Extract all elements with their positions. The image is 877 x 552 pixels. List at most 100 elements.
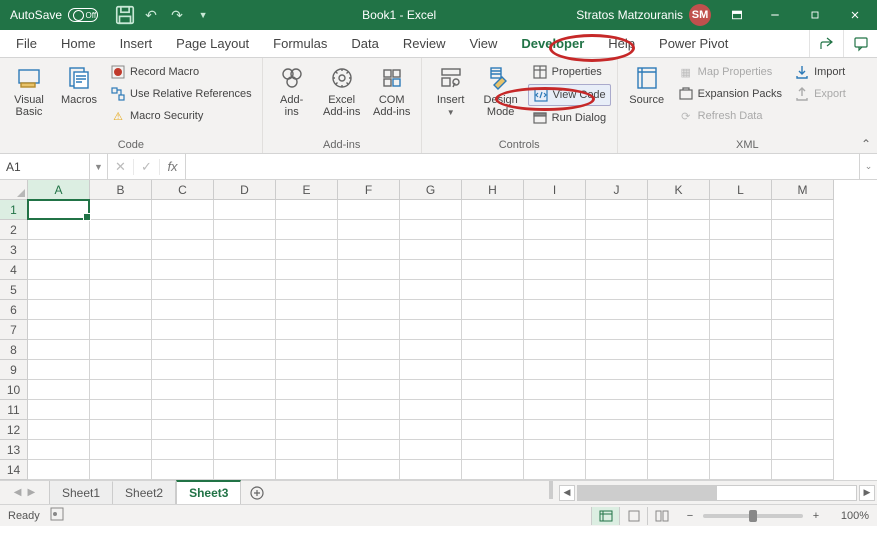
column-header[interactable]: G	[400, 180, 462, 200]
cell[interactable]	[276, 280, 338, 300]
cell[interactable]	[462, 400, 524, 420]
cell[interactable]	[772, 420, 834, 440]
cell[interactable]	[152, 360, 214, 380]
column-header[interactable]: E	[276, 180, 338, 200]
cell[interactable]	[586, 300, 648, 320]
zoom-out-button[interactable]: −	[683, 510, 697, 522]
view-code-button[interactable]: View Code	[528, 84, 611, 106]
cell[interactable]	[28, 260, 90, 280]
cell[interactable]	[152, 440, 214, 460]
cell[interactable]	[90, 280, 152, 300]
cell[interactable]	[214, 380, 276, 400]
cell[interactable]	[586, 440, 648, 460]
cell[interactable]	[152, 240, 214, 260]
sheet-nav[interactable]: ◀ ▶	[0, 481, 50, 504]
name-box[interactable]: A1	[0, 154, 90, 179]
cell[interactable]	[772, 200, 834, 220]
cell[interactable]	[462, 240, 524, 260]
cell[interactable]	[772, 300, 834, 320]
cell[interactable]	[214, 320, 276, 340]
cell[interactable]	[400, 300, 462, 320]
excel-addins-button[interactable]: Excel Add-ins	[319, 60, 365, 118]
cell[interactable]	[648, 240, 710, 260]
cell[interactable]	[710, 420, 772, 440]
cell[interactable]	[152, 420, 214, 440]
cell[interactable]	[400, 380, 462, 400]
cell[interactable]	[28, 460, 90, 480]
cell[interactable]	[524, 340, 586, 360]
cell[interactable]	[152, 200, 214, 220]
sheet-tab[interactable]: Sheet2	[113, 481, 176, 504]
insert-controls-button[interactable]: Insert ▼	[428, 60, 474, 117]
cell[interactable]	[648, 220, 710, 240]
tab-data[interactable]: Data	[339, 30, 390, 57]
row-header[interactable]: 6	[0, 300, 28, 320]
tab-review[interactable]: Review	[391, 30, 458, 57]
sheet-nav-next-icon[interactable]: ▶	[28, 487, 36, 498]
row-header[interactable]: 12	[0, 420, 28, 440]
cell[interactable]	[524, 420, 586, 440]
cell[interactable]	[772, 260, 834, 280]
page-layout-view-button[interactable]	[619, 507, 647, 525]
tab-formulas[interactable]: Formulas	[261, 30, 339, 57]
cell[interactable]	[338, 320, 400, 340]
cell[interactable]	[276, 360, 338, 380]
cell[interactable]	[524, 200, 586, 220]
cell[interactable]	[152, 340, 214, 360]
column-header[interactable]: A	[28, 180, 90, 200]
cell[interactable]	[338, 360, 400, 380]
row-header[interactable]: 9	[0, 360, 28, 380]
cell[interactable]	[276, 260, 338, 280]
properties-button[interactable]: Properties	[528, 62, 611, 82]
column-header[interactable]: M	[772, 180, 834, 200]
tab-help[interactable]: Help	[596, 30, 647, 57]
tab-home[interactable]: Home	[49, 30, 108, 57]
cell[interactable]	[276, 420, 338, 440]
cell[interactable]	[28, 220, 90, 240]
cell[interactable]	[152, 280, 214, 300]
source-button[interactable]: Source	[624, 60, 670, 106]
cell[interactable]	[276, 440, 338, 460]
cell[interactable]	[586, 240, 648, 260]
com-addins-button[interactable]: COM Add-ins	[369, 60, 415, 118]
cell[interactable]	[462, 300, 524, 320]
row-header[interactable]: 10	[0, 380, 28, 400]
cell[interactable]	[276, 460, 338, 480]
cell[interactable]	[462, 280, 524, 300]
cell[interactable]	[400, 360, 462, 380]
cell[interactable]	[214, 220, 276, 240]
column-header[interactable]: L	[710, 180, 772, 200]
cell[interactable]	[338, 440, 400, 460]
page-break-view-button[interactable]	[647, 507, 675, 525]
cell[interactable]	[28, 300, 90, 320]
cell[interactable]	[524, 220, 586, 240]
column-header[interactable]: J	[586, 180, 648, 200]
cell[interactable]	[586, 200, 648, 220]
cell[interactable]	[524, 400, 586, 420]
cell[interactable]	[648, 300, 710, 320]
cell[interactable]	[710, 360, 772, 380]
cell[interactable]	[400, 420, 462, 440]
cell[interactable]	[524, 280, 586, 300]
run-dialog-button[interactable]: Run Dialog	[528, 108, 611, 128]
cell[interactable]	[400, 440, 462, 460]
cell[interactable]	[338, 400, 400, 420]
row-header[interactable]: 3	[0, 240, 28, 260]
sheet-nav-prev-icon[interactable]: ◀	[14, 487, 22, 498]
addins-button[interactable]: Add- ins	[269, 60, 315, 118]
cell[interactable]	[90, 380, 152, 400]
cell[interactable]	[586, 280, 648, 300]
cell[interactable]	[462, 320, 524, 340]
cell[interactable]	[276, 300, 338, 320]
cell[interactable]	[462, 440, 524, 460]
cell[interactable]	[648, 440, 710, 460]
save-icon[interactable]	[114, 4, 136, 26]
cell[interactable]	[90, 440, 152, 460]
cell[interactable]	[338, 300, 400, 320]
autosave-toggle[interactable]: AutoSave Off	[2, 8, 106, 22]
expansion-packs-button[interactable]: Expansion Packs	[674, 84, 786, 104]
redo-icon[interactable]: ↷	[166, 4, 188, 26]
horizontal-scrollbar[interactable]: ◀ ▶	[557, 481, 877, 504]
cell[interactable]	[586, 320, 648, 340]
cell[interactable]	[710, 380, 772, 400]
